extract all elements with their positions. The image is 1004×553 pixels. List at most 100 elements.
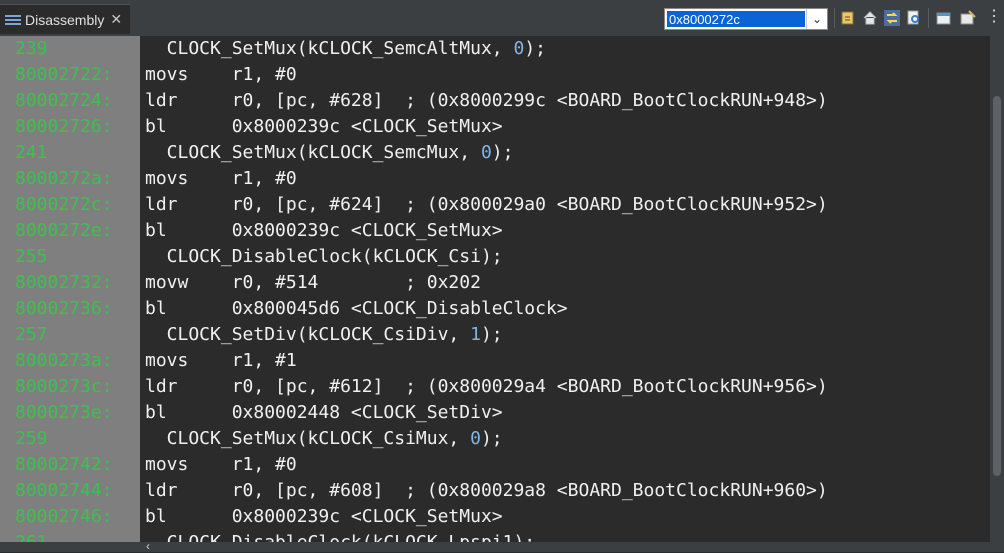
disassembly-line[interactable]: 80002726: bl 0x8000239c <CLOCK_SetMux> <box>0 114 990 140</box>
tab-disassembly[interactable]: Disassembly ✕ <box>0 4 130 34</box>
disassembly-line[interactable]: 80002724: ldr r0, [pc, #628] ; (0x800029… <box>0 88 990 114</box>
line-address: 241 <box>15 142 48 163</box>
disassembly-editor[interactable]: 239 CLOCK_SetMux(kCLOCK_SemcAltMux, 0); … <box>0 36 1004 542</box>
line-code: bl 0x8000239c <CLOCK_SetMux> <box>145 504 503 530</box>
code-text: movw r0, #514 ; 0x202 <box>145 272 481 293</box>
code-text: ldr r0, [pc, #612] ; (0x800029a4 <BOARD_… <box>145 376 828 397</box>
disassembly-line[interactable]: 255 CLOCK_DisableClock(kCLOCK_Csi); <box>0 244 990 270</box>
pin-icon[interactable] <box>960 10 976 26</box>
line-address: 257 <box>15 324 48 345</box>
disassembly-line[interactable]: 257 CLOCK_SetDiv(kCLOCK_CsiDiv, 1); <box>0 322 990 348</box>
toolbar-separator <box>928 8 929 28</box>
code-text: CLOCK_SetDiv(kCLOCK_CsiDiv, <box>145 324 471 345</box>
disassembly-line[interactable]: 8000272a: movs r1, #0 <box>0 166 990 192</box>
code-text: bl 0x8000239c <CLOCK_SetMux> <box>145 220 503 241</box>
tab-label: Disassembly <box>25 11 105 28</box>
scroll-thumb[interactable] <box>993 96 1001 476</box>
disassembly-line[interactable]: 8000272c: ldr r0, [pc, #624] ; (0x800029… <box>0 192 990 218</box>
view-menu-icon[interactable]: ⋮ <box>986 6 1002 26</box>
line-code: bl 0x80002448 <CLOCK_SetDiv> <box>145 400 503 426</box>
address-combo[interactable]: ⌄ <box>664 8 828 30</box>
disassembly-line[interactable]: 8000273e: bl 0x80002448 <CLOCK_SetDiv> <box>0 400 990 426</box>
line-address: 255 <box>15 246 48 267</box>
new-window-icon[interactable] <box>936 10 952 26</box>
disassembly-line[interactable]: 80002732: movw r0, #514 ; 0x202 <box>0 270 990 296</box>
code-text: CLOCK_DisableClock(kCLOCK_Lpspi1); <box>145 532 535 542</box>
disassembly-line[interactable]: 239 CLOCK_SetMux(kCLOCK_SemcAltMux, 0); <box>0 36 990 62</box>
line-code: movs r1, #0 <box>145 452 297 478</box>
line-code: bl 0x8000239c <CLOCK_SetMux> <box>145 114 503 140</box>
line-address: 80002724: <box>15 90 113 111</box>
disassembly-line[interactable]: 80002736: bl 0x800045d6 <CLOCK_DisableCl… <box>0 296 990 322</box>
search-page-icon[interactable] <box>906 10 922 26</box>
disassembly-line[interactable]: 8000272e: bl 0x8000239c <CLOCK_SetMux> <box>0 218 990 244</box>
code-text: movs r1, #0 <box>145 454 297 475</box>
line-code: movs r1, #0 <box>145 62 297 88</box>
line-address: 8000272e: <box>15 220 113 241</box>
address-input[interactable] <box>667 11 805 27</box>
code-number: 0 <box>470 428 481 449</box>
code-text: movs r1, #1 <box>145 350 297 371</box>
scroll-left-icon[interactable]: ‹ <box>146 539 150 553</box>
home-icon[interactable] <box>862 10 878 26</box>
code-text: CLOCK_SetMux(kCLOCK_SemcAltMux, <box>145 38 514 59</box>
code-text: bl 0x800045d6 <CLOCK_DisableClock> <box>145 298 568 319</box>
line-address: 80002744: <box>15 480 113 501</box>
code-text: CLOCK_SetMux(kCLOCK_CsiMux, <box>145 428 471 449</box>
line-address: 80002746: <box>15 506 113 527</box>
line-address: 80002722: <box>15 64 113 85</box>
chevron-down-icon[interactable]: ⌄ <box>806 9 827 29</box>
line-address: 80002742: <box>15 454 113 475</box>
disassembly-line[interactable]: 259 CLOCK_SetMux(kCLOCK_CsiMux, 0); <box>0 426 990 452</box>
line-address: 8000273c: <box>15 376 113 397</box>
code-number: 0 <box>480 142 492 163</box>
close-icon[interactable]: ✕ <box>110 11 122 28</box>
code-number: 0 <box>513 38 525 59</box>
code-text: bl 0x8000239c <CLOCK_SetMux> <box>145 506 503 527</box>
line-code: bl 0x800045d6 <CLOCK_DisableClock> <box>145 296 568 322</box>
code-text-tail: ); <box>524 38 546 59</box>
line-code: movs r1, #0 <box>145 166 297 192</box>
code-number: 1 <box>470 324 481 345</box>
code-text: ldr r0, [pc, #624] ; (0x800029a0 <BOARD_… <box>145 194 828 215</box>
vertical-scrollbar[interactable] <box>990 36 1004 542</box>
line-address: 259 <box>15 428 48 449</box>
disassembly-line[interactable]: 80002744: ldr r0, [pc, #608] ; (0x800029… <box>0 478 990 504</box>
disassembly-line[interactable]: 80002746: bl 0x8000239c <CLOCK_SetMux> <box>0 504 990 530</box>
link-sync-icon[interactable] <box>884 10 900 26</box>
line-code: ldr r0, [pc, #612] ; (0x800029a4 <BOARD_… <box>145 374 828 400</box>
code-text: movs r1, #0 <box>145 64 297 85</box>
disassembly-line[interactable]: 8000273a: movs r1, #1 <box>0 348 990 374</box>
code-text-tail: ); <box>491 142 514 163</box>
code-text: bl 0x8000239c <CLOCK_SetMux> <box>145 116 503 137</box>
view-header: Disassembly ✕ ⌄ ⋮ <box>0 0 1004 36</box>
disassembly-line[interactable]: 241 CLOCK_SetMux(kCLOCK_SemcMux, 0); <box>0 140 990 166</box>
line-code: ldr r0, [pc, #628] ; (0x8000299c <BOARD_… <box>145 88 828 114</box>
line-code: ldr r0, [pc, #608] ; (0x800029a8 <BOARD_… <box>145 478 828 504</box>
horizontal-scrollbar[interactable]: ‹ <box>0 539 1004 553</box>
code-text-tail: ); <box>480 428 503 449</box>
line-address: 80002736: <box>15 298 113 319</box>
line-code: CLOCK_SetMux(kCLOCK_CsiMux, 0); <box>145 426 503 452</box>
code-text: movs r1, #0 <box>145 168 297 189</box>
disassembly-line[interactable]: 80002742: movs r1, #0 <box>0 452 990 478</box>
code-text: CLOCK_DisableClock(kCLOCK_Csi); <box>145 246 503 267</box>
line-address: 8000273e: <box>15 402 113 423</box>
disassembly-line[interactable]: 80002722: movs r1, #0 <box>0 62 990 88</box>
line-code: bl 0x8000239c <CLOCK_SetMux> <box>145 218 503 244</box>
line-code: CLOCK_DisableClock(kCLOCK_Lpspi1); <box>145 530 535 542</box>
disassembly-line[interactable]: 8000273c: ldr r0, [pc, #612] ; (0x800029… <box>0 374 990 400</box>
disassembly-icon <box>5 14 21 26</box>
code-text: CLOCK_SetMux(kCLOCK_SemcMux, <box>145 142 481 163</box>
line-address: 8000272a: <box>15 168 113 189</box>
refresh-icon[interactable] <box>840 10 856 26</box>
line-code: CLOCK_DisableClock(kCLOCK_Csi); <box>145 244 503 270</box>
toolbar-separator <box>834 8 835 28</box>
code-text: ldr r0, [pc, #608] ; (0x800029a8 <BOARD_… <box>145 480 828 501</box>
code-text: ldr r0, [pc, #628] ; (0x8000299c <BOARD_… <box>145 90 828 111</box>
line-code: movs r1, #1 <box>145 348 297 374</box>
line-address: 80002732: <box>15 272 113 293</box>
line-code: CLOCK_SetMux(kCLOCK_SemcAltMux, 0); <box>145 36 546 62</box>
line-code: CLOCK_SetDiv(kCLOCK_CsiDiv, 1); <box>145 322 503 348</box>
code-text: bl 0x80002448 <CLOCK_SetDiv> <box>145 402 503 423</box>
